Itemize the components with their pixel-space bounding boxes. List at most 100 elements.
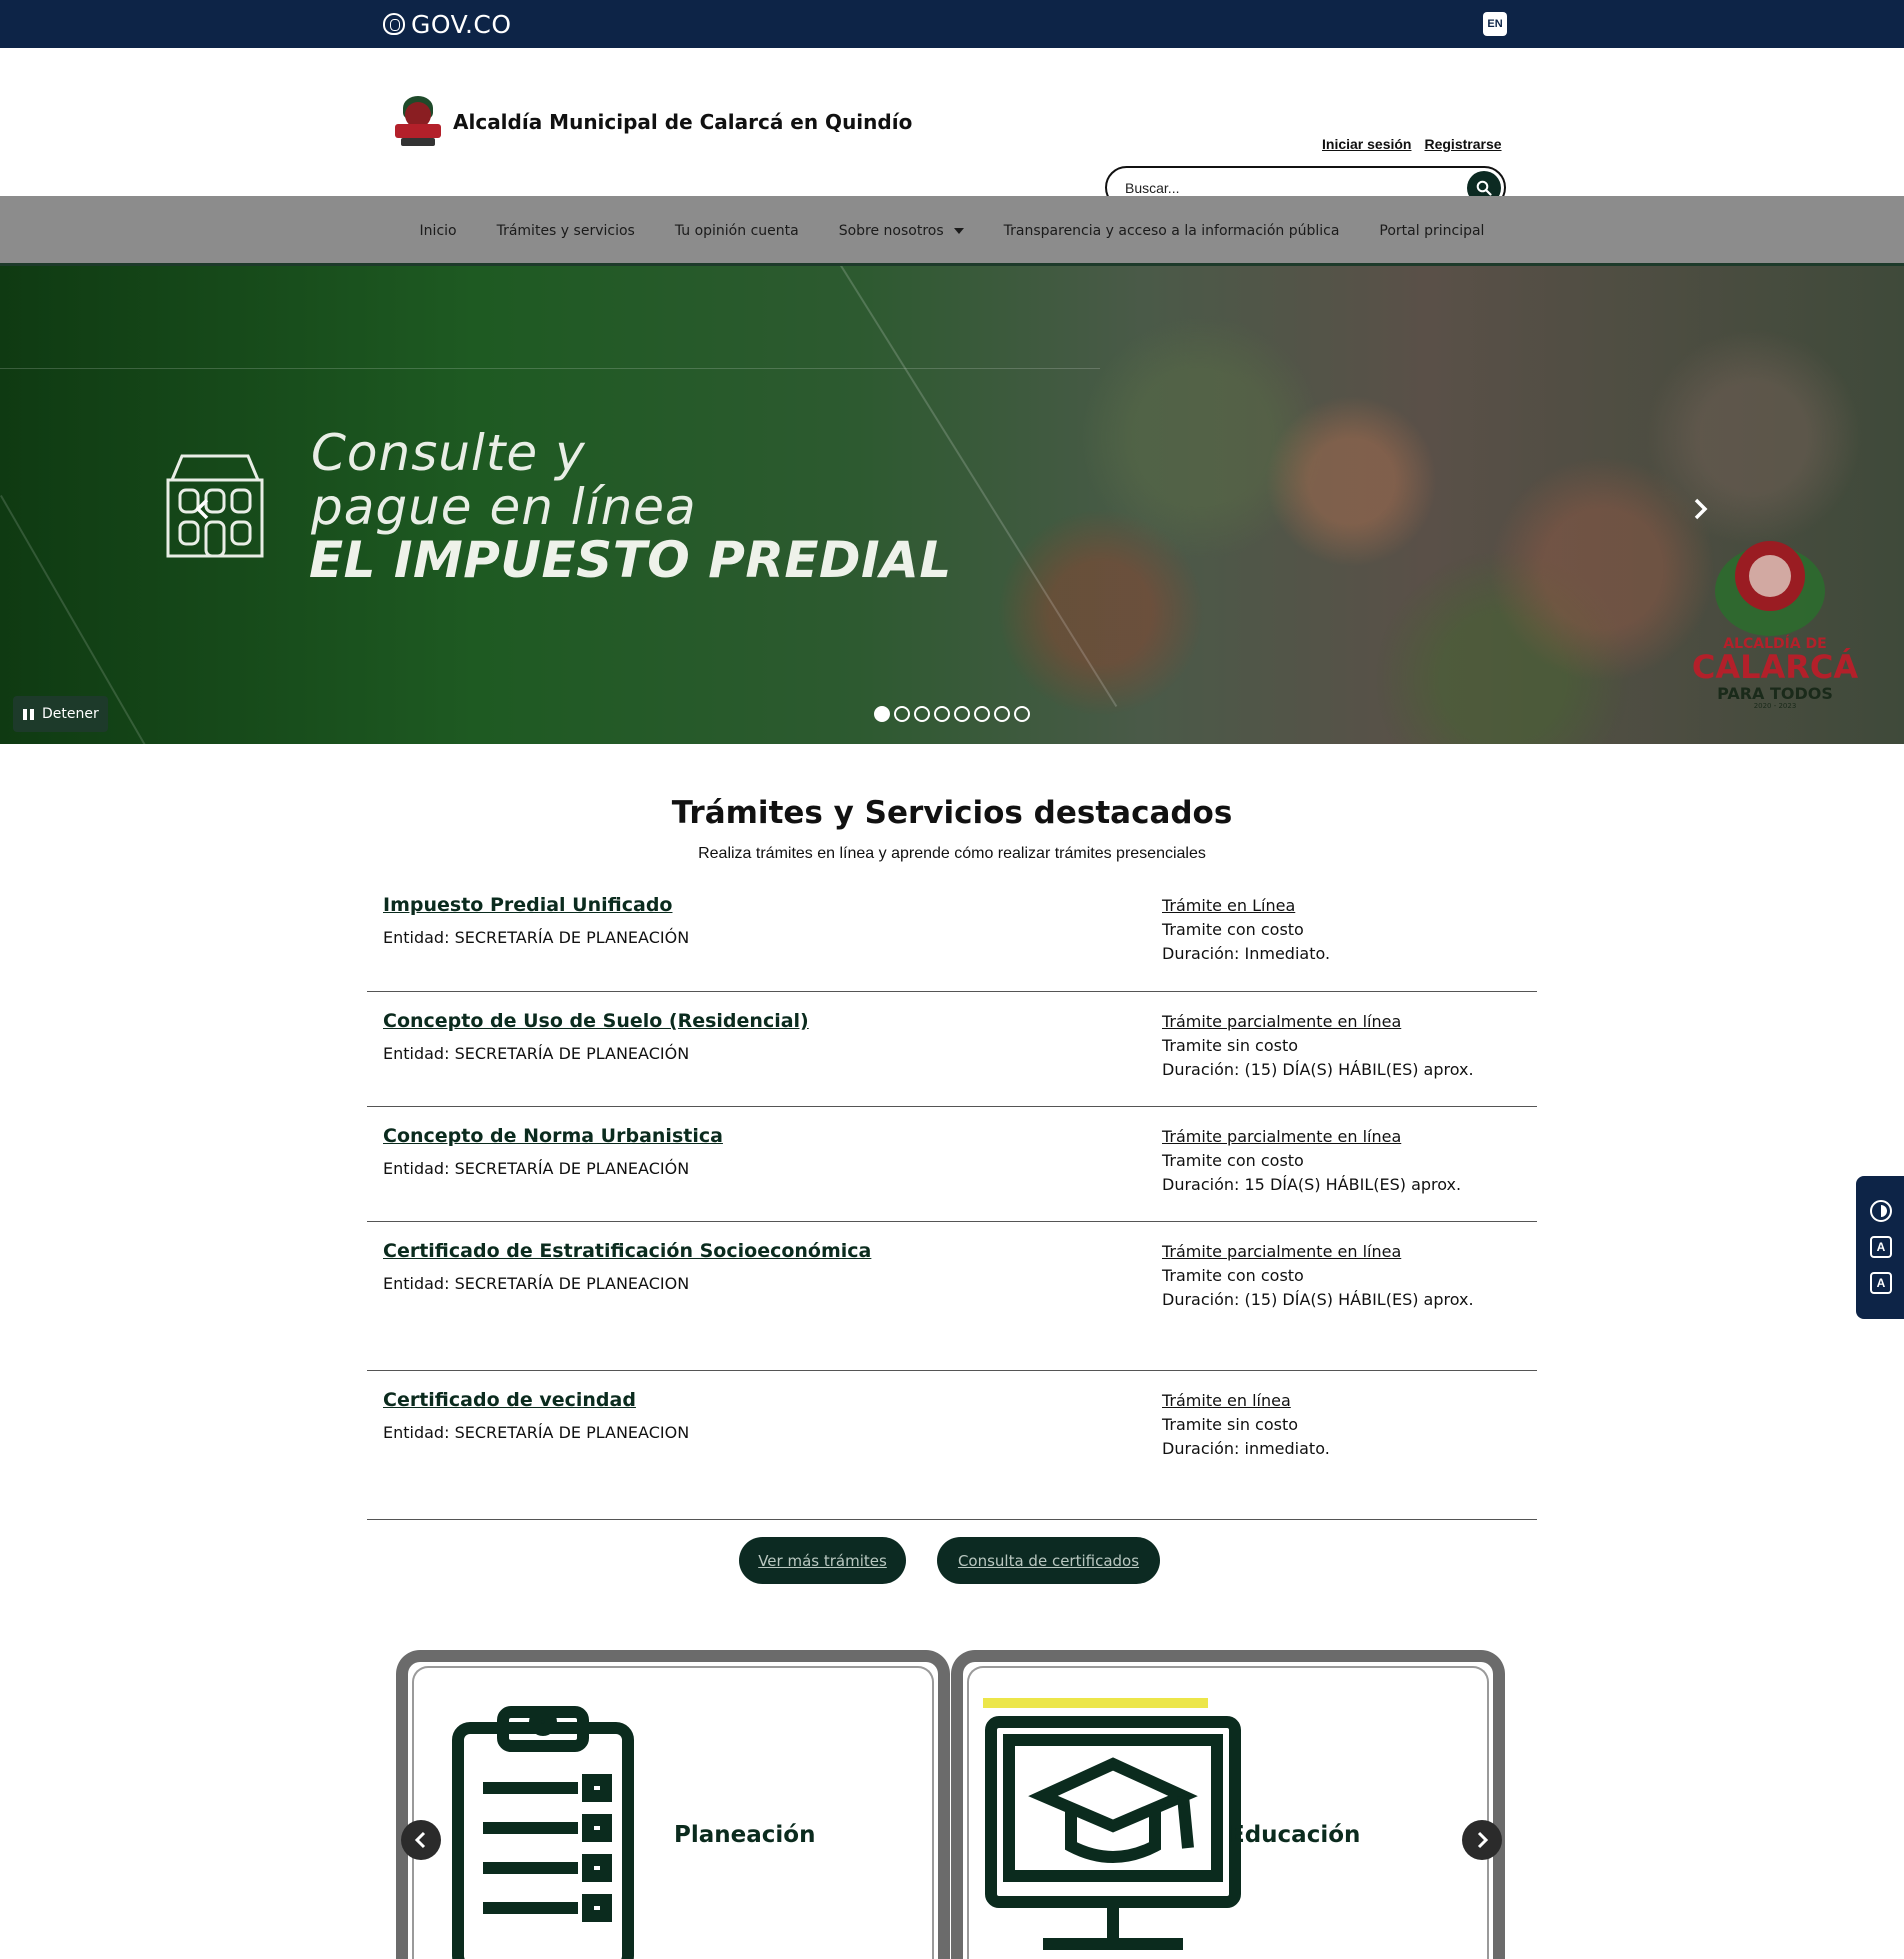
nav-item-label: Trámites y servicios [496,223,635,239]
language-toggle-button[interactable]: EN [1483,12,1507,36]
highlight-bar [983,1698,1208,1708]
main-nav: Inicio Trámites y servicios Tu opinión c… [0,196,1904,266]
chevron-right-icon [1477,1831,1489,1849]
carousel-indicators [874,706,1030,722]
gov-co-logo[interactable]: GOV.CO [383,9,512,39]
tramite-title-link[interactable]: Certificado de vecindad [383,1389,636,1411]
hero-heading-line-2: pague en línea [311,478,697,536]
seal-motto: PARA TODOS [1717,684,1833,703]
tramite-duration: Duración: (15) DÍA(S) HÁBIL(ES) aprox. [1162,1290,1474,1309]
categories-prev-button[interactable] [401,1820,441,1860]
tramite-mode-link[interactable]: Trámite en Línea [1162,896,1295,915]
hero-heading-line-1: Consulte y [311,424,586,482]
nav-item-label: Tu opinión cuenta [674,223,799,239]
nav-item-label: Inicio [419,223,457,239]
chevron-right-icon [1694,498,1708,520]
register-link[interactable]: Registrarse [1424,136,1501,152]
search-icon [1476,180,1492,196]
featured-section-subtitle: Realiza trámites en línea y aprende cómo… [698,845,1206,862]
category-card-educacion[interactable]: Educación [951,1650,1505,1959]
nav-item-tramites[interactable]: Trámites y servicios [497,223,635,239]
carousel-dot[interactable] [914,706,930,722]
carousel-dot[interactable] [894,706,910,722]
seal-text-big: CALARCÁ [1691,648,1859,686]
hero-next-button[interactable] [1685,494,1715,524]
site-name: Alcaldía Municipal de Calarcá en Quindío [453,110,913,134]
nav-item-label: Transparencia y acceso a la información … [1003,223,1340,239]
hero-prev-button[interactable] [188,494,218,524]
carousel-dot[interactable] [954,706,970,722]
hero-heading-line-3: EL IMPUESTO PREDIAL [309,531,952,589]
site-brand[interactable]: Alcaldía Municipal de Calarcá en Quindío [393,96,912,148]
tramite-duration: Duración: 15 DÍA(S) HÁBIL(ES) aprox. [1162,1175,1462,1194]
featured-section-title: Trámites y Servicios destacados [671,795,1233,831]
tramite-duration: Duración: Inmediato. [1162,944,1331,963]
accessibility-toolbar: A A [1856,1176,1904,1319]
caret-down-icon [953,228,964,234]
tramite-entity: Entidad: SECRETARÍA DE PLANEACION [383,1423,690,1442]
municipality-emblem-icon [393,96,443,148]
decrease-text-icon[interactable]: A [1870,1236,1892,1258]
decor-line [0,368,1100,369]
nav-item-portal-principal[interactable]: Portal principal [1379,223,1484,239]
nav-item-opinion[interactable]: Tu opinión cuenta [675,223,799,239]
nav-item-label: Sobre nosotros [838,223,944,239]
clipboard-icon [452,1706,634,1959]
increase-text-icon[interactable]: A [1870,1272,1892,1294]
pause-icon [23,708,34,720]
tramite-row: Certificado de Estratificación Socioecon… [367,1222,1537,1371]
carousel-dot[interactable] [874,706,890,722]
tramite-duration: Duración: inmediato. [1162,1439,1330,1458]
carousel-dot[interactable] [1014,706,1030,722]
tramite-title-link[interactable]: Impuesto Predial Unificado [383,894,672,916]
category-card-planeacion[interactable]: Planeación [396,1650,950,1959]
nav-item-label: Portal principal [1379,223,1485,239]
tramite-row: Impuesto Predial Unificado Entidad: SECR… [367,876,1537,992]
carousel-pause-button[interactable]: Detener [13,696,108,732]
more-tramites-label: Ver más trámites [758,1551,887,1570]
gov-co-logo-text: GOV.CO [411,9,512,39]
tramite-mode-link[interactable]: Trámite parcialmente en línea [1162,1012,1401,1031]
carousel-dot[interactable] [994,706,1010,722]
tramite-entity: Entidad: SECRETARÍA DE PLANEACION [383,1274,690,1293]
more-tramites-button[interactable]: Ver más trámites [739,1537,906,1584]
tramite-cost: Tramite sin costo [1162,1036,1299,1055]
tramite-title-link[interactable]: Concepto de Uso de Suelo (Residencial) [383,1010,809,1032]
tramite-entity: Entidad: SECRETARÍA DE PLANEACIÓN [383,1044,690,1063]
categories-next-button[interactable] [1462,1820,1502,1860]
pause-label: Detener [42,706,99,722]
nav-item-inicio[interactable]: Inicio [420,223,457,239]
tramite-mode-link[interactable]: Trámite en línea [1162,1391,1291,1410]
nav-item-transparencia[interactable]: Transparencia y acceso a la información … [1004,223,1340,239]
alcaldia-calarca-seal: ALCALDÍA DE CALARCÁ PARA TODOS 2020 - 20… [1690,536,1860,710]
carousel-dot[interactable] [974,706,990,722]
tramite-cost: Tramite con costo [1162,920,1304,939]
carousel-dot[interactable] [934,706,950,722]
site-header: Alcaldía Municipal de Calarcá en Quindío… [0,48,1904,209]
graduation-cap-icon [985,1716,1241,1950]
gov-co-bar: GOV.CO EN [0,0,1904,48]
category-label: Educación [1229,1822,1361,1848]
certificates-button[interactable]: Consulta de certificados [937,1537,1160,1584]
chevron-left-icon [195,498,209,520]
tramite-cost: Tramite con costo [1162,1151,1304,1170]
tramite-mode-link[interactable]: Trámite parcialmente en línea [1162,1242,1401,1261]
tramite-cost: Tramite con costo [1162,1266,1304,1285]
tramite-duration: Duración: (15) DÍA(S) HÁBIL(ES) aprox. [1162,1060,1474,1079]
certificates-label: Consulta de certificados [957,1551,1140,1570]
tramite-mode-link[interactable]: Trámite parcialmente en línea [1162,1127,1401,1146]
tramites-list: Impuesto Predial Unificado Entidad: SECR… [367,876,1537,1520]
tramite-row: Concepto de Uso de Suelo (Residencial) E… [367,992,1537,1107]
contrast-icon[interactable] [1870,1200,1892,1222]
login-link[interactable]: Iniciar sesión [1322,136,1411,152]
seal-years: 2020 - 2023 [1753,702,1797,710]
colombia-shield-icon [383,13,405,35]
auth-links: Iniciar sesión Registrarse [1322,136,1502,152]
tramite-row: Concepto de Norma Urbanistica Entidad: S… [367,1107,1537,1222]
tramite-cost: Tramite sin costo [1162,1415,1299,1434]
nav-item-sobre-nosotros[interactable]: Sobre nosotros [839,223,964,239]
tramite-title-link[interactable]: Certificado de Estratificación Socioecon… [383,1240,871,1262]
hero-carousel: Consulte y pague en línea EL IMPUESTO PR… [0,266,1904,744]
tramite-entity: Entidad: SECRETARÍA DE PLANEACIÓN [383,1159,690,1178]
tramite-title-link[interactable]: Concepto de Norma Urbanistica [383,1125,723,1147]
